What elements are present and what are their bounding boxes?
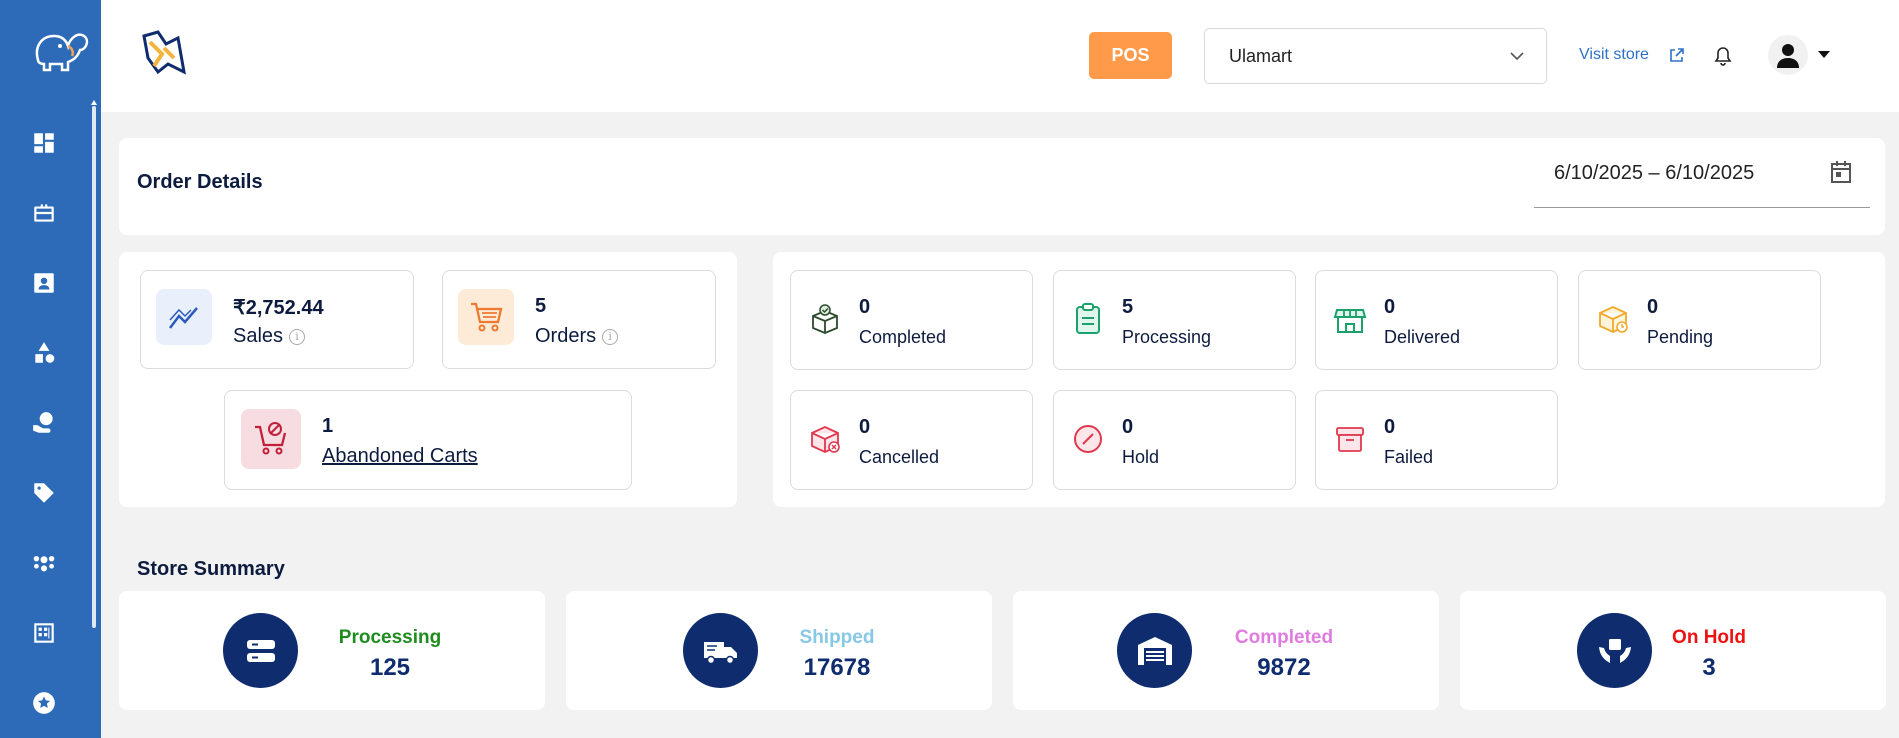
abandoned-carts-stat: 1 Abandoned Carts bbox=[224, 390, 632, 490]
scroll-up-arrow[interactable] bbox=[91, 100, 97, 105]
summary-shipped: Shipped 17678 bbox=[566, 591, 992, 710]
store-summary-title: Store Summary bbox=[137, 558, 285, 580]
grid-icon[interactable] bbox=[30, 619, 58, 647]
clipboard-icon bbox=[1068, 299, 1108, 339]
people-group-icon[interactable] bbox=[30, 549, 58, 577]
cart-icon bbox=[471, 302, 503, 332]
server-icon bbox=[223, 613, 298, 688]
status-failed: 0 Failed bbox=[1315, 390, 1558, 490]
delivery-truck-icon bbox=[683, 613, 758, 688]
bell-icon[interactable] bbox=[1714, 46, 1732, 66]
summary-completed: Completed 9872 bbox=[1013, 591, 1439, 710]
sales-label-row: Sales i bbox=[233, 325, 306, 348]
status-count: 0 bbox=[1122, 416, 1134, 438]
shapes-icon[interactable] bbox=[30, 339, 58, 367]
sidebar bbox=[0, 0, 101, 738]
store-select[interactable]: Ulamart bbox=[1204, 28, 1547, 84]
sales-label: Sales bbox=[233, 325, 284, 347]
summary-label: On Hold bbox=[1672, 627, 1746, 648]
warehouse-icon bbox=[1117, 613, 1192, 688]
orders-label-row: Orders i bbox=[535, 325, 619, 348]
tag-icon[interactable] bbox=[30, 479, 58, 507]
sales-value: ₹2,752.44 bbox=[233, 297, 324, 319]
date-range-field[interactable]: 6/10/2025 – 6/10/2025 bbox=[1534, 155, 1870, 208]
sales-icon-box bbox=[156, 289, 212, 345]
status-cancelled: 0 Cancelled bbox=[790, 390, 1033, 490]
summary-processing: Processing 125 bbox=[119, 591, 545, 710]
status-count: 0 bbox=[859, 416, 871, 438]
summary-label: Shipped bbox=[799, 627, 875, 648]
orders-label: Orders bbox=[535, 325, 597, 347]
orders-icon-box bbox=[458, 289, 514, 345]
trend-chart-icon bbox=[169, 307, 198, 329]
archive-box-icon bbox=[1330, 419, 1370, 459]
summary-label: Processing bbox=[338, 627, 442, 648]
account-caret-icon[interactable] bbox=[1818, 51, 1830, 58]
verified-hand-icon[interactable] bbox=[30, 409, 58, 437]
blocked-circle-icon bbox=[1068, 419, 1108, 459]
briefcase-icon[interactable] bbox=[30, 199, 58, 227]
elephant-logo-icon[interactable] bbox=[28, 26, 90, 78]
info-icon[interactable]: i bbox=[602, 328, 619, 345]
pending-box-icon bbox=[1593, 299, 1633, 339]
orders-value: 5 bbox=[535, 295, 547, 317]
summary-label: Completed bbox=[1234, 627, 1334, 648]
status-label: Pending bbox=[1647, 327, 1714, 347]
status-delivered: 0 Delivered bbox=[1315, 270, 1558, 370]
status-label: Hold bbox=[1122, 447, 1160, 467]
status-pending: 0 Pending bbox=[1578, 270, 1821, 370]
summary-value: 17678 bbox=[803, 654, 871, 681]
calendar-icon[interactable] bbox=[1828, 159, 1854, 185]
status-processing: 5 Processing bbox=[1053, 270, 1296, 370]
brand-logo-icon[interactable] bbox=[138, 28, 188, 78]
status-label: Delivered bbox=[1384, 327, 1461, 347]
status-count: 0 bbox=[1384, 416, 1396, 438]
status-completed: 0 Completed bbox=[790, 270, 1033, 370]
abandoned-carts-link[interactable]: Abandoned Carts bbox=[322, 445, 478, 468]
status-count: 0 bbox=[859, 296, 871, 318]
sales-stat: ₹2,752.44 Sales i bbox=[140, 270, 414, 369]
cancelled-box-icon bbox=[805, 419, 845, 459]
dashboard-icon[interactable] bbox=[30, 129, 58, 157]
status-count: 0 bbox=[1647, 296, 1659, 318]
status-label: Cancelled bbox=[859, 447, 940, 467]
contact-card-icon[interactable] bbox=[30, 269, 58, 297]
summary-value: 125 bbox=[369, 654, 411, 681]
store-select-value: Ulamart bbox=[1229, 46, 1293, 66]
status-label: Processing bbox=[1122, 327, 1212, 347]
orders-stat: 5 Orders i bbox=[442, 270, 716, 369]
status-hold: 0 Hold bbox=[1053, 390, 1296, 490]
external-link-icon[interactable] bbox=[1668, 47, 1685, 64]
open-box-icon bbox=[805, 299, 845, 339]
chevron-down-icon bbox=[1510, 52, 1524, 61]
status-count: 0 bbox=[1384, 296, 1396, 318]
info-icon[interactable]: i bbox=[289, 328, 306, 345]
avatar[interactable] bbox=[1768, 35, 1808, 75]
page-title: Order Details bbox=[137, 171, 263, 193]
blocked-cart-icon bbox=[255, 422, 287, 455]
status-count: 5 bbox=[1122, 296, 1134, 318]
sidebar-scrollbar[interactable] bbox=[92, 106, 96, 628]
pos-button[interactable]: POS bbox=[1089, 32, 1172, 79]
status-label: Completed bbox=[859, 327, 947, 347]
summary-value: 9872 bbox=[1257, 654, 1311, 681]
star-icon[interactable] bbox=[30, 689, 58, 717]
abandoned-value: 1 bbox=[322, 415, 334, 437]
visit-store-link[interactable]: Visit store bbox=[1579, 46, 1649, 64]
status-label: Failed bbox=[1384, 447, 1434, 467]
date-range-value: 6/10/2025 – 6/10/2025 bbox=[1554, 162, 1755, 184]
abandoned-icon-box bbox=[241, 409, 301, 469]
storefront-icon bbox=[1330, 299, 1370, 339]
user-icon bbox=[1777, 44, 1799, 68]
summary-value: 3 bbox=[1702, 654, 1716, 681]
summary-on-hold: On Hold 3 bbox=[1460, 591, 1886, 710]
